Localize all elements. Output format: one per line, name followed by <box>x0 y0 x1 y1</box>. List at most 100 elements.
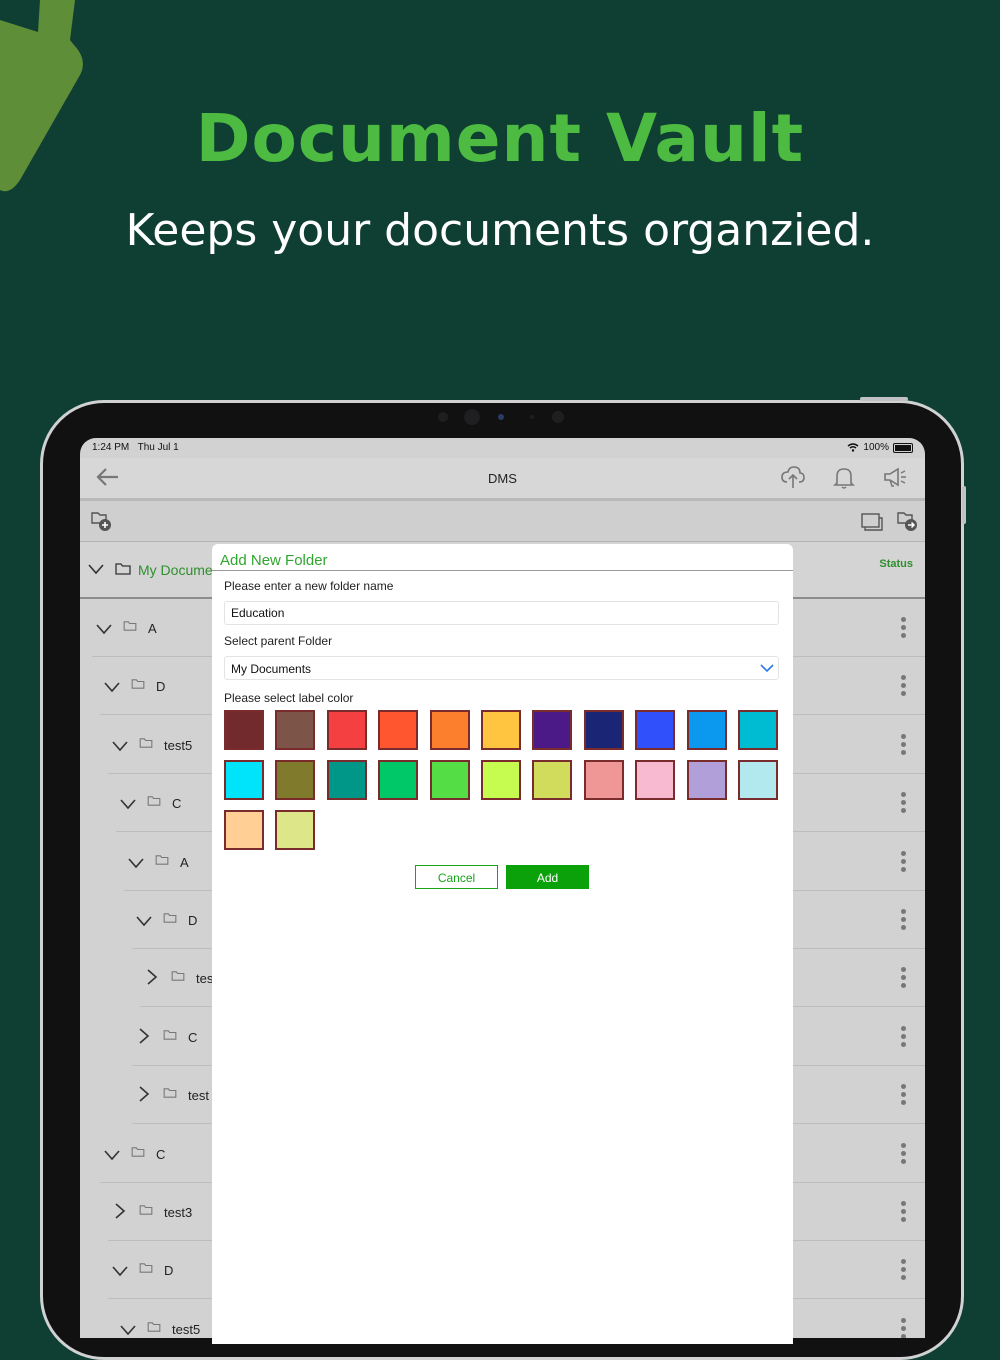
color-swatch[interactable] <box>635 710 676 750</box>
chevron-down-icon[interactable] <box>104 1149 120 1165</box>
folder-icon <box>163 1030 177 1040</box>
chevron-right-icon[interactable] <box>144 969 160 985</box>
battery-percent: 100% <box>863 442 889 453</box>
more-vertical-icon[interactable] <box>901 1142 907 1167</box>
tree-row-label: A <box>148 621 157 636</box>
parent-folder-select[interactable]: My Documents <box>224 656 779 680</box>
tree-row-label: D <box>188 913 198 928</box>
more-vertical-icon[interactable] <box>901 1025 907 1050</box>
more-vertical-icon[interactable] <box>901 792 907 816</box>
more-vertical-icon[interactable] <box>901 1317 907 1338</box>
color-swatch[interactable] <box>583 760 624 800</box>
color-swatch[interactable] <box>326 710 367 750</box>
folder-icon <box>171 971 185 982</box>
more-vertical-icon[interactable] <box>901 617 907 641</box>
status-column-label: Status <box>879 558 913 570</box>
more-vertical-icon[interactable] <box>901 1259 907 1283</box>
folder-icon <box>131 1146 145 1157</box>
color-swatch[interactable] <box>481 760 521 800</box>
more-vertical-icon[interactable] <box>901 675 907 699</box>
toolbar <box>80 501 925 542</box>
tree-row-label: tes <box>196 971 214 987</box>
megaphone-icon[interactable] <box>882 464 908 490</box>
chevron-down-icon[interactable] <box>112 740 128 756</box>
color-swatch[interactable] <box>532 710 573 750</box>
folder-icon <box>147 796 161 806</box>
add-folder-dialog: Add New Folder Please enter a new folder… <box>212 544 793 1344</box>
tree-row-label: test5 <box>172 1321 201 1337</box>
tree-row-label: C <box>156 1146 166 1162</box>
color-swatch[interactable] <box>686 710 727 750</box>
folder-icon <box>147 1322 161 1332</box>
status-right: 100% <box>847 442 913 453</box>
color-swatch[interactable] <box>224 710 264 750</box>
tree-row-label: C <box>172 796 182 812</box>
add-folder-icon[interactable] <box>90 509 114 533</box>
color-swatch[interactable] <box>378 760 419 800</box>
cancel-button[interactable]: Cancel <box>415 865 498 889</box>
power-button <box>860 397 908 401</box>
color-swatch[interactable] <box>686 760 727 800</box>
add-button[interactable]: Add <box>506 865 589 889</box>
folders-icon[interactable] <box>860 509 884 533</box>
chevron-down-icon[interactable] <box>120 798 136 814</box>
tree-row-label: D <box>164 1263 174 1279</box>
tree-row-label: test3 <box>164 1205 193 1220</box>
chevron-down-icon[interactable] <box>128 857 144 873</box>
color-swatch[interactable] <box>532 760 573 800</box>
color-swatch[interactable] <box>224 760 264 800</box>
more-vertical-icon[interactable] <box>901 1201 907 1225</box>
dialog-title: Add New Folder <box>220 552 328 569</box>
dialog-divider <box>212 570 793 571</box>
chevron-right-icon[interactable] <box>112 1203 128 1219</box>
promo-subtitle: Keeps your documents organzied. <box>125 205 875 256</box>
tree-row-label: test <box>188 1088 209 1104</box>
chevron-down-icon[interactable] <box>136 915 152 931</box>
status-bar: 1:24 PM Thu Jul 1 100% <box>80 438 925 458</box>
color-swatch[interactable] <box>275 710 316 750</box>
color-swatch[interactable] <box>326 760 367 800</box>
color-swatch[interactable] <box>429 760 470 800</box>
folder-icon <box>131 679 145 690</box>
chevron-down-icon[interactable] <box>104 681 120 697</box>
status-time: 1:24 PM Thu Jul 1 <box>92 442 179 453</box>
folder-icon <box>163 913 177 923</box>
color-swatch[interactable] <box>378 710 419 750</box>
wifi-icon <box>847 443 859 452</box>
chevron-down-icon[interactable] <box>120 1324 136 1338</box>
tree-row-label: C <box>188 1029 198 1045</box>
parent-folder-value: My Documents <box>231 662 312 676</box>
tree-row-label: test5 <box>164 737 193 753</box>
color-swatch[interactable] <box>583 710 624 750</box>
color-swatch[interactable] <box>275 810 316 850</box>
folder-name-input[interactable] <box>224 601 779 625</box>
chevron-right-icon[interactable] <box>136 1028 152 1044</box>
folder-name-label: Please enter a new folder name <box>224 579 394 593</box>
color-swatch[interactable] <box>224 810 264 850</box>
more-vertical-icon[interactable] <box>901 733 907 758</box>
more-vertical-icon[interactable] <box>901 967 907 991</box>
more-vertical-icon[interactable] <box>901 909 907 933</box>
folder-icon <box>139 1263 153 1274</box>
battery-icon <box>893 442 913 453</box>
chevron-down-icon[interactable] <box>88 563 104 575</box>
nav-bar: DMS <box>80 458 925 501</box>
bell-icon[interactable] <box>831 464 857 490</box>
color-swatch[interactable] <box>429 710 470 750</box>
color-swatch[interactable] <box>738 710 778 750</box>
chevron-right-icon[interactable] <box>136 1086 152 1102</box>
move-folder-icon[interactable] <box>896 509 920 533</box>
cloud-upload-icon[interactable] <box>780 464 806 490</box>
chevron-down-icon[interactable] <box>112 1265 128 1281</box>
color-swatch[interactable] <box>275 760 316 800</box>
folder-icon <box>139 1205 153 1215</box>
color-swatch[interactable] <box>738 760 778 800</box>
more-vertical-icon[interactable] <box>901 1084 907 1108</box>
chevron-down-icon[interactable] <box>96 623 112 639</box>
color-swatch[interactable] <box>481 710 521 750</box>
more-vertical-icon[interactable] <box>901 850 907 875</box>
volume-button <box>962 486 966 524</box>
folder-icon <box>155 854 169 865</box>
parent-folder-label: Select parent Folder <box>224 634 333 648</box>
color-swatch[interactable] <box>635 760 676 800</box>
